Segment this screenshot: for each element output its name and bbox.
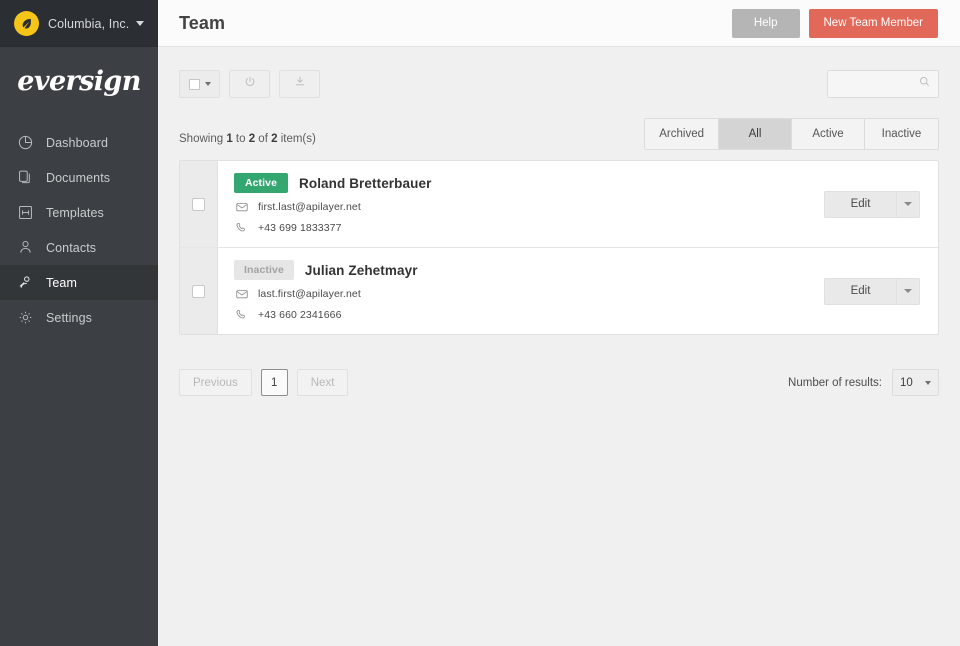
edit-split-button: Edit bbox=[824, 278, 920, 305]
sidebar-item-label: Team bbox=[46, 276, 77, 290]
team-icon bbox=[16, 273, 35, 292]
row-select-cell bbox=[180, 161, 218, 247]
page-number-1[interactable]: 1 bbox=[261, 369, 288, 396]
pagination-row: Previous 1 Next Number of results: 10 bbox=[179, 369, 939, 396]
leaf-icon bbox=[14, 11, 39, 36]
sidebar-item-dashboard[interactable]: Dashboard bbox=[0, 125, 158, 160]
template-icon bbox=[16, 203, 35, 222]
member-info: Active Roland Bretterbauer first.last@ap… bbox=[218, 161, 824, 247]
documents-icon bbox=[16, 168, 35, 187]
sidebar-item-settings[interactable]: Settings bbox=[0, 300, 158, 335]
list-meta-row: Showing 1 to 2 of 2 item(s) Archived All… bbox=[179, 118, 939, 150]
member-email-line: last.first@apilayer.net bbox=[234, 286, 824, 301]
edit-dropdown-button[interactable] bbox=[896, 278, 920, 305]
power-icon bbox=[243, 75, 257, 94]
sidebar: Columbia, Inc. eversign Dashboard bbox=[0, 0, 158, 646]
edit-split-button: Edit bbox=[824, 191, 920, 218]
results-label: Number of results: bbox=[788, 377, 882, 389]
pagination: Previous 1 Next bbox=[179, 369, 348, 396]
export-button[interactable] bbox=[279, 70, 320, 98]
phone-icon bbox=[234, 220, 249, 235]
download-icon bbox=[293, 75, 307, 94]
main-area: Team Help New Team Member bbox=[158, 0, 960, 646]
tab-archived[interactable]: Archived bbox=[645, 119, 719, 149]
status-badge: Active bbox=[234, 173, 288, 193]
toggle-status-button[interactable] bbox=[229, 70, 270, 98]
sidebar-item-label: Contacts bbox=[46, 241, 96, 255]
row-checkbox[interactable] bbox=[192, 198, 205, 211]
envelope-icon bbox=[234, 286, 249, 301]
sidebar-item-team[interactable]: Team bbox=[0, 265, 158, 300]
filter-tabs: Archived All Active Inactive bbox=[644, 118, 939, 150]
member-phone: +43 699 1833377 bbox=[258, 222, 342, 234]
table-row: Active Roland Bretterbauer first.last@ap… bbox=[180, 161, 938, 248]
chevron-down-icon bbox=[904, 289, 912, 293]
member-email: last.first@apilayer.net bbox=[258, 288, 361, 300]
next-page-button[interactable]: Next bbox=[297, 369, 349, 396]
member-phone-line: +43 699 1833377 bbox=[234, 220, 824, 235]
gear-icon bbox=[16, 308, 35, 327]
row-checkbox[interactable] bbox=[192, 285, 205, 298]
tab-inactive[interactable]: Inactive bbox=[865, 119, 938, 149]
page-title: Team bbox=[179, 13, 225, 34]
search-icon bbox=[918, 75, 931, 93]
sidebar-nav: Dashboard Documents Te bbox=[0, 125, 158, 335]
previous-page-button[interactable]: Previous bbox=[179, 369, 252, 396]
select-all-dropdown-button[interactable] bbox=[179, 70, 220, 98]
content-area: Showing 1 to 2 of 2 item(s) Archived All… bbox=[158, 47, 960, 646]
chevron-down-icon bbox=[136, 21, 144, 26]
showing-count: Showing 1 to 2 of 2 item(s) bbox=[179, 133, 316, 150]
top-bar: Team Help New Team Member bbox=[158, 0, 960, 47]
member-info: Inactive Julian Zehetmayr last.first@api… bbox=[218, 248, 824, 334]
member-email: first.last@apilayer.net bbox=[258, 201, 361, 213]
sidebar-item-templates[interactable]: Templates bbox=[0, 195, 158, 230]
member-name: Julian Zehetmayr bbox=[305, 263, 418, 278]
company-name: Columbia, Inc. bbox=[48, 17, 129, 31]
chevron-down-icon bbox=[904, 202, 912, 206]
team-member-list: Active Roland Bretterbauer first.last@ap… bbox=[179, 160, 939, 335]
results-value: 10 bbox=[900, 377, 913, 389]
sidebar-item-contacts[interactable]: Contacts bbox=[0, 230, 158, 265]
new-team-member-button[interactable]: New Team Member bbox=[809, 9, 939, 38]
row-actions: Edit bbox=[824, 248, 938, 334]
status-badge: Inactive bbox=[234, 260, 294, 280]
chevron-down-icon bbox=[925, 381, 931, 385]
row-select-cell bbox=[180, 248, 218, 334]
table-row: Inactive Julian Zehetmayr last.first@api… bbox=[180, 248, 938, 334]
results-per-page: Number of results: 10 bbox=[788, 369, 939, 396]
edit-button[interactable]: Edit bbox=[824, 191, 896, 218]
product-logo-text: eversign bbox=[17, 66, 140, 97]
edit-button[interactable]: Edit bbox=[824, 278, 896, 305]
member-header: Active Roland Bretterbauer bbox=[234, 173, 824, 193]
member-phone: +43 660 2341666 bbox=[258, 309, 342, 321]
sidebar-item-label: Dashboard bbox=[46, 136, 108, 150]
edit-dropdown-button[interactable] bbox=[896, 191, 920, 218]
sidebar-item-documents[interactable]: Documents bbox=[0, 160, 158, 195]
results-select[interactable]: 10 bbox=[892, 369, 939, 396]
sidebar-item-label: Documents bbox=[46, 171, 110, 185]
pie-chart-icon bbox=[16, 133, 35, 152]
tab-active[interactable]: Active bbox=[792, 119, 865, 149]
member-phone-line: +43 660 2341666 bbox=[234, 307, 824, 322]
member-header: Inactive Julian Zehetmayr bbox=[234, 260, 824, 280]
search-box[interactable] bbox=[827, 70, 939, 98]
company-switcher[interactable]: Columbia, Inc. bbox=[0, 0, 158, 47]
row-actions: Edit bbox=[824, 161, 938, 247]
chevron-down-icon bbox=[205, 82, 211, 86]
member-name: Roland Bretterbauer bbox=[299, 176, 431, 191]
app-root: Columbia, Inc. eversign Dashboard bbox=[0, 0, 960, 646]
list-toolbar bbox=[179, 69, 939, 99]
product-logo[interactable]: eversign bbox=[0, 47, 158, 115]
top-bar-actions: Help New Team Member bbox=[732, 9, 938, 38]
help-button[interactable]: Help bbox=[732, 9, 800, 38]
member-email-line: first.last@apilayer.net bbox=[234, 199, 824, 214]
envelope-icon bbox=[234, 199, 249, 214]
search-input[interactable] bbox=[835, 78, 918, 90]
sidebar-item-label: Templates bbox=[46, 206, 104, 220]
sidebar-item-label: Settings bbox=[46, 311, 92, 325]
phone-icon bbox=[234, 307, 249, 322]
tab-all[interactable]: All bbox=[719, 119, 792, 149]
contact-icon bbox=[16, 238, 35, 257]
checkbox-icon bbox=[189, 79, 200, 90]
